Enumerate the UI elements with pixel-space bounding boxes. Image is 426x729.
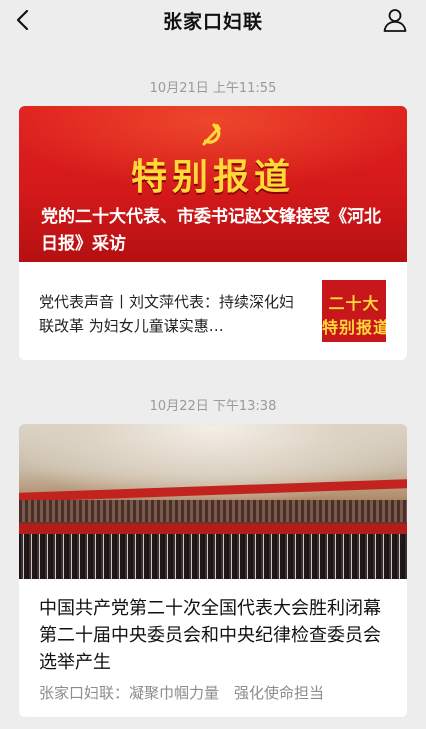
lead-article-banner[interactable]: 特别报道 党的二十大代表、市委书记赵文锋接受《河北日报》采访 [19,106,407,262]
message-timestamp: 10月21日 上午11:55 [149,81,277,96]
person-icon[interactable] [382,7,408,33]
thumbnail-text-line1: 二十大 [328,294,380,313]
article-subtitle: 张家口妇联：凝聚巾帼力量 强化使命担当 [39,684,325,702]
special-report-text: 特别报道 [130,157,295,198]
thumbnail-text-line2: 特别报道 [322,318,386,337]
article-title: 中国共产党第二十次全国代表大会胜利闭幕 第二十届中央委员会和中央纪律检查委员会选… [39,598,399,673]
message-timestamp: 10月22日 下午13:38 [149,399,277,414]
sub-article-item[interactable]: 党代表声音丨刘文萍代表：持续深化妇联改革 为妇女儿童谋实惠… 二十大 特别报道 [19,262,407,360]
article-card-single[interactable]: 中国共产党第二十次全国代表大会胜利闭幕 第二十届中央委员会和中央纪律检查委员会选… [19,424,407,717]
lead-article-title: 党的二十大代表、市委书记赵文锋接受《河北日报》采访 [41,207,381,254]
article-card-multi: 特别报道 党的二十大代表、市委书记赵文锋接受《河北日报》采访 党代表声音丨刘文萍… [19,106,407,360]
congress-hall-photo [19,424,407,579]
hall-balcony-rail [19,524,407,534]
hall-balcony [19,500,407,522]
hall-audience [19,534,407,579]
sub-article-thumbnail: 二十大 特别报道 [322,280,386,342]
page-title: 张家口妇联 [162,10,263,33]
top-nav-bar: 张家口妇联 [0,0,426,40]
party-emblem-icon [202,123,221,146]
chevron-left-icon[interactable] [12,8,36,32]
sub-article-title: 党代表声音丨刘文萍代表：持续深化妇联改革 为妇女儿童谋实惠… [39,293,295,335]
